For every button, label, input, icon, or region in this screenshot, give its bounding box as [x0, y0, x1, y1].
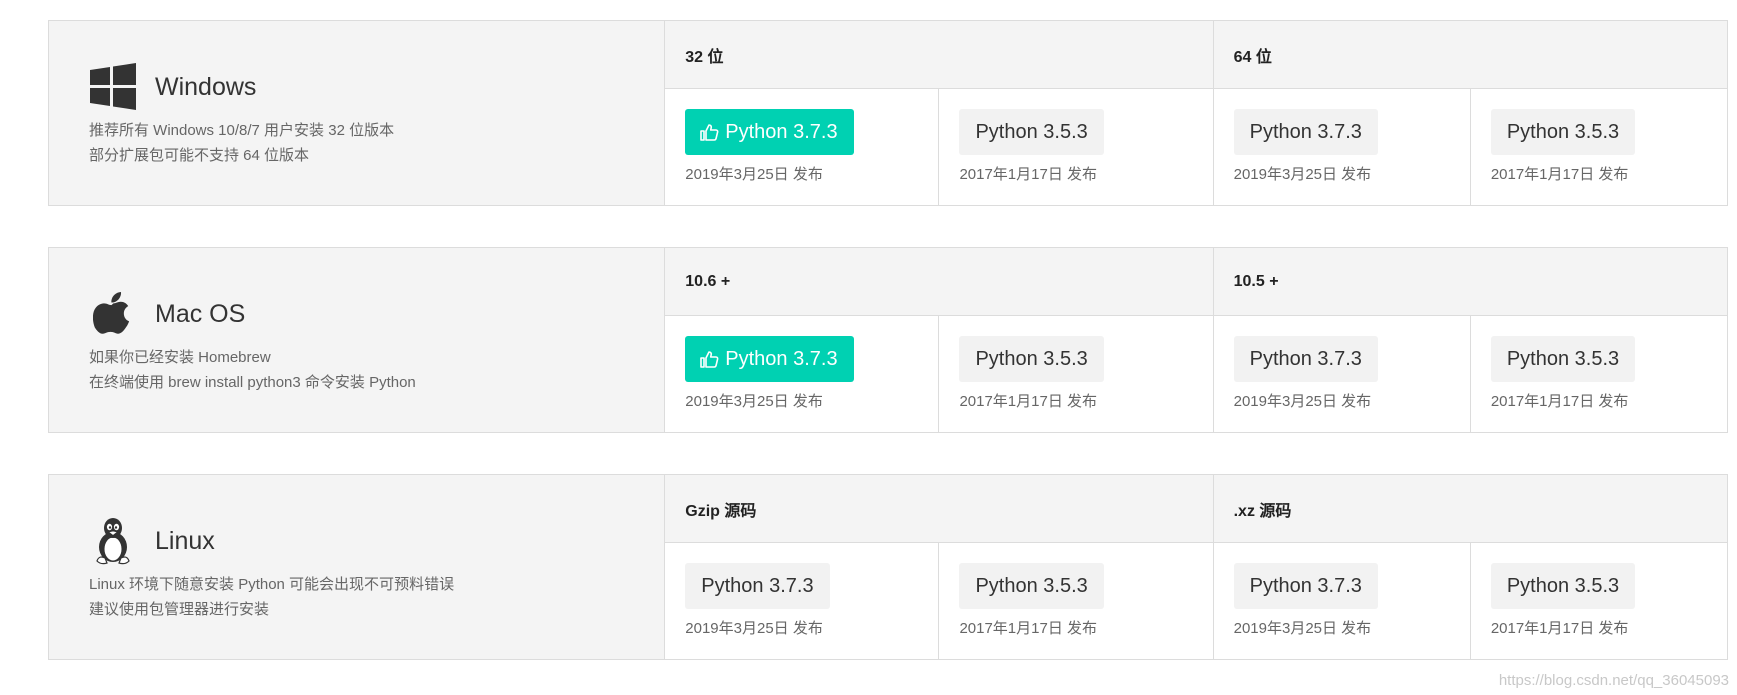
release-date: 2019年3月25日 发布 [685, 393, 823, 410]
download-cell: Python 3.7.3 2019年3月25日 发布 [1214, 543, 1470, 659]
release-date: 2019年3月25日 发布 [1233, 620, 1372, 637]
arch-downloads: Python 3.7.3 2019年3月25日 发布 Python 3.5.3 … [1214, 316, 1727, 432]
arch-header: 10.6 + [665, 248, 1213, 316]
arch-group: 10.6 + Python 3.7.3 2019年3月25日 发布 Python… [665, 248, 1213, 432]
platform-macos: Mac OS 如果你已经安装 Homebrew 在终端使用 brew insta… [48, 247, 1728, 433]
download-cell: Python 3.5.3 2017年1月17日 发布 [938, 543, 1212, 659]
platform-info: Linux Linux 环境下随意安装 Python 可能会出现不可预料错误 建… [49, 475, 666, 659]
download-button-recommended[interactable]: Python 3.7.3 [685, 336, 854, 382]
platform-header: Mac OS [89, 290, 245, 338]
watermark: https://blog.csdn.net/qq_36045093 [1498, 672, 1729, 689]
download-button-label: Python 3.7.3 [725, 120, 838, 143]
platform-name: Windows [155, 73, 257, 101]
download-button-label: Python 3.7.3 [1249, 347, 1362, 370]
download-button[interactable]: Python 3.5.3 [1490, 336, 1636, 382]
arch-group: 10.5 + Python 3.7.3 2019年3月25日 发布 Python… [1212, 248, 1727, 432]
download-button[interactable]: Python 3.5.3 [1490, 109, 1636, 155]
download-button-label: Python 3.7.3 [725, 347, 838, 370]
platform-description: Linux 环境下随意安装 Python 可能会出现不可预料错误 建议使用包管理… [89, 572, 454, 622]
download-cell: Python 3.5.3 2017年1月17日 发布 [938, 316, 1212, 432]
arch-downloads: Python 3.7.3 2019年3月25日 发布 Python 3.5.3 … [665, 89, 1212, 205]
download-button[interactable]: Python 3.7.3 [1233, 109, 1378, 155]
download-cell: Python 3.5.3 2017年1月17日 发布 [1469, 543, 1727, 659]
arch-group: 64 位 Python 3.7.3 2019年3月25日 发布 Python 3… [1212, 21, 1727, 205]
download-cell: Python 3.7.3 2019年3月25日 发布 [1214, 89, 1470, 205]
release-date: 2017年1月17日 发布 [1490, 393, 1629, 410]
download-button-label: Python 3.5.3 [1506, 347, 1620, 370]
platform-name: Mac OS [155, 300, 246, 328]
download-button[interactable]: Python 3.7.3 [1233, 336, 1378, 382]
windows-logo-icon [89, 63, 137, 111]
release-date: 2017年1月17日 发布 [1490, 620, 1629, 637]
platform-info: Mac OS 如果你已经安装 Homebrew 在终端使用 brew insta… [49, 248, 666, 432]
download-button[interactable]: Python 3.7.3 [685, 563, 830, 609]
release-date: 2019年3月25日 发布 [1233, 166, 1372, 183]
download-cell: Python 3.7.3 2019年3月25日 发布 [665, 543, 938, 659]
download-button[interactable]: Python 3.5.3 [959, 563, 1104, 609]
platform-header: Windows [89, 63, 256, 111]
release-date: 2017年1月17日 发布 [959, 393, 1098, 410]
arch-group: .xz 源码 Python 3.7.3 2019年3月25日 发布 Python… [1212, 475, 1727, 659]
arch-header: 32 位 [665, 21, 1213, 89]
download-button-label: Python 3.7.3 [1249, 120, 1362, 143]
download-cell: Python 3.5.3 2017年1月17日 发布 [938, 89, 1212, 205]
download-button[interactable]: Python 3.5.3 [959, 336, 1104, 382]
platform-header: Linux [89, 517, 215, 565]
apple-logo-icon [89, 290, 137, 338]
arch-header: 64 位 [1213, 21, 1727, 89]
download-button-label: Python 3.5.3 [1506, 574, 1620, 597]
download-cell: Python 3.7.3 2019年3月25日 发布 [665, 89, 938, 205]
download-cell: Python 3.5.3 2017年1月17日 发布 [1469, 316, 1727, 432]
download-button[interactable]: Python 3.7.3 [1233, 563, 1378, 609]
release-date: 2019年3月25日 发布 [1233, 393, 1372, 410]
platform-description: 推荐所有 Windows 10/8/7 用户安装 32 位版本 部分扩展包可能不… [89, 118, 394, 168]
release-date: 2019年3月25日 发布 [685, 166, 823, 183]
arch-downloads: Python 3.7.3 2019年3月25日 发布 Python 3.5.3 … [665, 316, 1212, 432]
arch-group: Gzip 源码 Python 3.7.3 2019年3月25日 发布 Pytho… [665, 475, 1213, 659]
download-cell: Python 3.7.3 2019年3月25日 发布 [665, 316, 938, 432]
download-button-label: Python 3.5.3 [975, 120, 1088, 143]
arch-header: Gzip 源码 [665, 475, 1213, 543]
download-button-label: Python 3.5.3 [1506, 120, 1620, 143]
platform-description: 如果你已经安装 Homebrew 在终端使用 brew install pyth… [89, 345, 416, 395]
description-line: 部分扩展包可能不支持 64 位版本 [89, 147, 310, 164]
release-date: 2019年3月25日 发布 [685, 620, 823, 637]
arch-downloads: Python 3.7.3 2019年3月25日 发布 Python 3.5.3 … [1214, 543, 1727, 659]
description-line: 建议使用包管理器进行安装 [89, 601, 270, 618]
arch-header: .xz 源码 [1213, 475, 1727, 543]
platform-linux: Linux Linux 环境下随意安装 Python 可能会出现不可预料错误 建… [48, 474, 1728, 660]
description-line: 推荐所有 Windows 10/8/7 用户安装 32 位版本 [89, 122, 395, 139]
download-button-recommended[interactable]: Python 3.7.3 [685, 109, 854, 155]
description-line: 在终端使用 brew install python3 命令安装 Python [89, 374, 416, 391]
download-button[interactable]: Python 3.5.3 [1490, 563, 1636, 609]
platform-windows: Windows 推荐所有 Windows 10/8/7 用户安装 32 位版本 … [48, 20, 1728, 206]
arch-group: 32 位 Python 3.7.3 2019年3月25日 发布 Python 3… [665, 21, 1213, 205]
platform-info: Windows 推荐所有 Windows 10/8/7 用户安装 32 位版本 … [49, 21, 666, 205]
download-button[interactable]: Python 3.5.3 [959, 109, 1104, 155]
arch-downloads: Python 3.7.3 2019年3月25日 发布 Python 3.5.3 … [665, 543, 1212, 659]
thumbs-up-icon [699, 349, 719, 369]
release-date: 2017年1月17日 发布 [959, 620, 1098, 637]
download-button-label: Python 3.7.3 [1249, 574, 1362, 597]
download-page: Windows 推荐所有 Windows 10/8/7 用户安装 32 位版本 … [0, 0, 1737, 695]
description-line: Linux 环境下随意安装 Python 可能会出现不可预料错误 [89, 576, 455, 593]
arch-downloads: Python 3.7.3 2019年3月25日 发布 Python 3.5.3 … [1214, 89, 1727, 205]
download-button-label: Python 3.7.3 [701, 574, 814, 597]
release-date: 2017年1月17日 发布 [1490, 166, 1629, 183]
download-button-label: Python 3.5.3 [975, 574, 1088, 597]
release-date: 2017年1月17日 发布 [959, 166, 1098, 183]
download-button-label: Python 3.5.3 [975, 347, 1088, 370]
platform-name: Linux [155, 527, 215, 555]
tux-penguin-icon [89, 517, 137, 565]
download-cell: Python 3.7.3 2019年3月25日 发布 [1214, 316, 1470, 432]
description-line: 如果你已经安装 Homebrew [89, 349, 271, 366]
arch-header: 10.5 + [1213, 248, 1727, 316]
thumbs-up-icon [699, 122, 719, 142]
download-cell: Python 3.5.3 2017年1月17日 发布 [1469, 89, 1727, 205]
